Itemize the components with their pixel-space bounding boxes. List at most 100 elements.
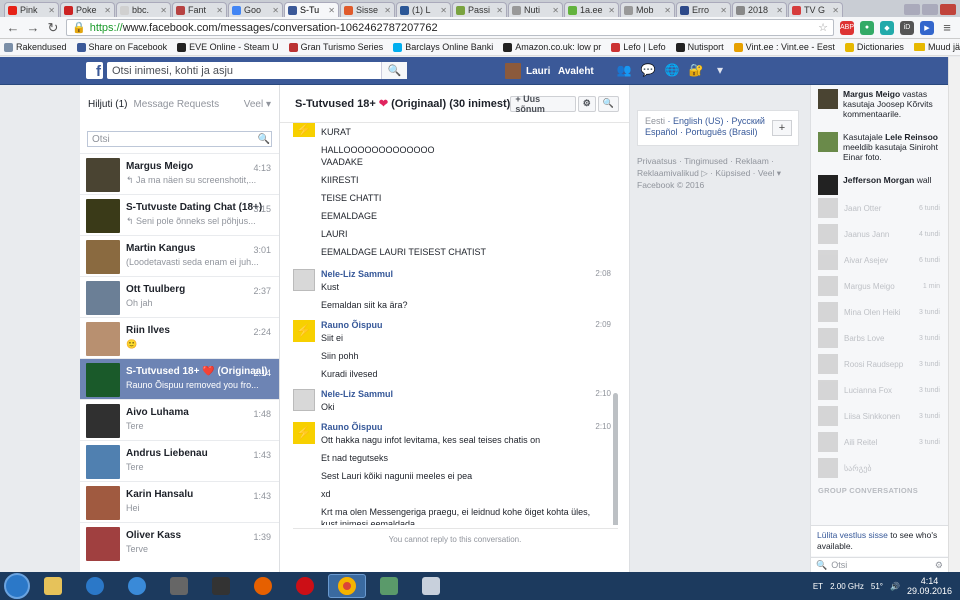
conversation-search-input[interactable]: Otsi 🔍: [87, 131, 272, 147]
conversation-item[interactable]: Andrus Liebenau Tere 1:43: [80, 440, 279, 481]
message-requests-tab[interactable]: Message Requests: [133, 99, 219, 110]
chat-contact[interactable]: Margus Meigo 1 min: [811, 273, 948, 299]
sender-name[interactable]: Nele-Liz Sammul: [321, 269, 393, 279]
search-icon[interactable]: 🔍: [257, 134, 271, 145]
star-icon[interactable]: ☆: [818, 21, 828, 34]
language-links[interactable]: Español · Português (Brasil): [645, 127, 791, 138]
extension-icon[interactable]: iD: [900, 20, 914, 35]
chevron-down-icon[interactable]: ▾: [712, 63, 728, 77]
browser-tab[interactable]: Mob ✕: [620, 2, 675, 17]
conversation-item[interactable]: Ott Tuulberg Oh jah 2:37: [80, 276, 279, 317]
clock[interactable]: 4:14 29.09.2016: [907, 576, 952, 596]
chat-contact[interactable]: Aivar Asejev 6 tundi: [811, 247, 948, 273]
more-dropdown[interactable]: Veel ▾: [244, 99, 271, 110]
footer-links-line[interactable]: Reklaamivalikud ▷ · Küpsised · Veel ▾: [637, 167, 799, 179]
conversation-item[interactable]: Aivo Luhama Tere 1:48: [80, 399, 279, 440]
minimize-button[interactable]: [904, 4, 920, 15]
browser-tab[interactable]: Goo ✕: [228, 2, 283, 17]
search-icon[interactable]: 🔍: [597, 95, 619, 112]
ticker-item[interactable]: Jefferson Morgan wall: [811, 171, 948, 195]
ticker-item[interactable]: Kasutajale Lele Reinsoo meeldib kasutaja…: [811, 128, 948, 171]
sender-name[interactable]: Nele-Liz Sammul: [321, 389, 393, 399]
browser-tab[interactable]: bbc. ✕: [116, 2, 171, 17]
browser-tab[interactable]: Passi ✕: [452, 2, 507, 17]
close-icon[interactable]: ✕: [720, 6, 727, 15]
add-language-button[interactable]: +: [772, 120, 792, 136]
taskbar-app-icon[interactable]: [202, 574, 240, 598]
bookmark-link[interactable]: Lefo | Lefo: [611, 42, 666, 52]
bookmark-link[interactable]: Dictionaries: [844, 42, 904, 52]
chat-contact[interactable]: Roosi Raudsepp 3 tundi: [811, 351, 948, 377]
chat-contact[interactable]: Jaan Otter 6 tundi: [811, 195, 948, 221]
footer-links-line[interactable]: Privaatsus · Tingimused · Reklaam ·: [637, 155, 799, 167]
browser-tab[interactable]: Sisse ✕: [340, 2, 395, 17]
reload-icon[interactable]: ↻: [46, 20, 60, 36]
facebook-logo-icon[interactable]: f: [86, 62, 103, 80]
taskbar-chrome-icon[interactable]: [328, 574, 366, 598]
chat-contact[interactable]: Jaanus Jann 4 tundi: [811, 221, 948, 247]
close-icon[interactable]: ✕: [216, 6, 223, 15]
close-window-button[interactable]: [940, 4, 956, 15]
bookmark-link[interactable]: Amazon.co.uk: low pr: [503, 42, 601, 52]
back-icon[interactable]: ←: [6, 20, 20, 35]
close-icon[interactable]: ✕: [776, 6, 783, 15]
conversation-item[interactable]: Margus Meigo ↰ Ja ma näen su screenshotit…: [80, 153, 279, 194]
start-button[interactable]: [4, 573, 30, 599]
chat-contact[interactable]: Mina Olen Heiki 3 tundi: [811, 299, 948, 325]
chat-contact[interactable]: სარგებ: [811, 455, 948, 481]
browser-tab[interactable]: Pink ✕: [4, 2, 59, 17]
bookmark-link[interactable]: Gran Turismo Series: [288, 42, 383, 52]
extension-icon[interactable]: ▶: [920, 20, 934, 35]
close-icon[interactable]: ✕: [160, 6, 167, 15]
browser-tab[interactable]: Nuti ✕: [508, 2, 563, 17]
taskbar-ie-icon[interactable]: [76, 574, 114, 598]
browser-tab[interactable]: TV G ✕: [788, 2, 843, 17]
adblock-icon[interactable]: ABP: [840, 20, 854, 35]
close-icon[interactable]: ✕: [608, 6, 615, 15]
new-message-button[interactable]: + Uus sõnum: [510, 94, 576, 114]
close-icon[interactable]: ✕: [496, 6, 503, 15]
avatar[interactable]: [293, 269, 315, 291]
taskbar-mediaplayer-icon[interactable]: [118, 574, 156, 598]
bookmark-link[interactable]: Nutisport: [675, 42, 724, 52]
maximize-button[interactable]: [922, 4, 938, 15]
taskbar-opera-icon[interactable]: [286, 574, 324, 598]
close-icon[interactable]: ✕: [664, 6, 671, 15]
close-icon[interactable]: ✕: [104, 6, 111, 15]
settings-gear-icon[interactable]: ⚙: [935, 560, 943, 571]
taskbar-explorer-icon[interactable]: [34, 574, 72, 598]
bookmark-link[interactable]: EVE Online - Steam U: [177, 42, 279, 52]
browser-tab[interactable]: S-Tu ✕: [284, 2, 339, 17]
page-scrollbar[interactable]: [948, 57, 960, 572]
ticker-item[interactable]: Margus Meigo vastas kasutaja Joosep Kõrv…: [811, 85, 948, 128]
chat-search-input[interactable]: 🔍 Otsi ⚙: [811, 557, 948, 572]
close-icon[interactable]: ✕: [272, 6, 279, 15]
avatar[interactable]: [293, 389, 315, 411]
close-icon[interactable]: ✕: [440, 6, 447, 15]
bookmark-link[interactable]: Vint.ee : Vint.ee - Eest: [733, 42, 835, 52]
taskbar-app-icon[interactable]: [370, 574, 408, 598]
forward-icon[interactable]: →: [26, 20, 40, 35]
conversation-item[interactable]: S-Tutvused 18+ ❤️ (Originaal) Rauno Õispu…: [80, 358, 279, 399]
conversation-item[interactable]: Karin Hansalu Hei 1:43: [80, 481, 279, 522]
privacy-icon[interactable]: 🔐: [688, 63, 704, 77]
sender-name[interactable]: Rauno Õispuu: [321, 422, 383, 432]
sender-name[interactable]: Rauno Õispuu: [321, 320, 383, 330]
conversation-item[interactable]: S-Tutvuste Dating Chat (18+) ↰ Seni pole …: [80, 194, 279, 235]
conversation-item[interactable]: Oliver Kass Terve 1:39: [80, 522, 279, 563]
volume-icon[interactable]: 🔊: [890, 582, 900, 591]
bookmark-other-folder[interactable]: Muud järjehoidjad: [913, 42, 960, 52]
close-icon[interactable]: ✕: [328, 6, 335, 15]
close-icon[interactable]: ✕: [48, 6, 55, 15]
browser-tab[interactable]: Erro ✕: [676, 2, 731, 17]
warning-avatar-icon[interactable]: ⚡: [293, 422, 315, 444]
language-links[interactable]: English (US) · Русский: [673, 116, 765, 126]
browser-tab[interactable]: Poke ✕: [60, 2, 115, 17]
profile-link[interactable]: Lauri: [505, 63, 550, 79]
extension-icon[interactable]: ●: [860, 20, 874, 35]
bookmark-link[interactable]: Rakendused: [4, 42, 67, 52]
language-indicator[interactable]: ET: [813, 582, 823, 591]
conversation-item[interactable]: Riin Ilves 🙂 2:24: [80, 317, 279, 358]
settings-gear-icon[interactable]: ⚙: [577, 95, 596, 112]
inbox-tab[interactable]: Hiljuti (1): [88, 99, 127, 110]
